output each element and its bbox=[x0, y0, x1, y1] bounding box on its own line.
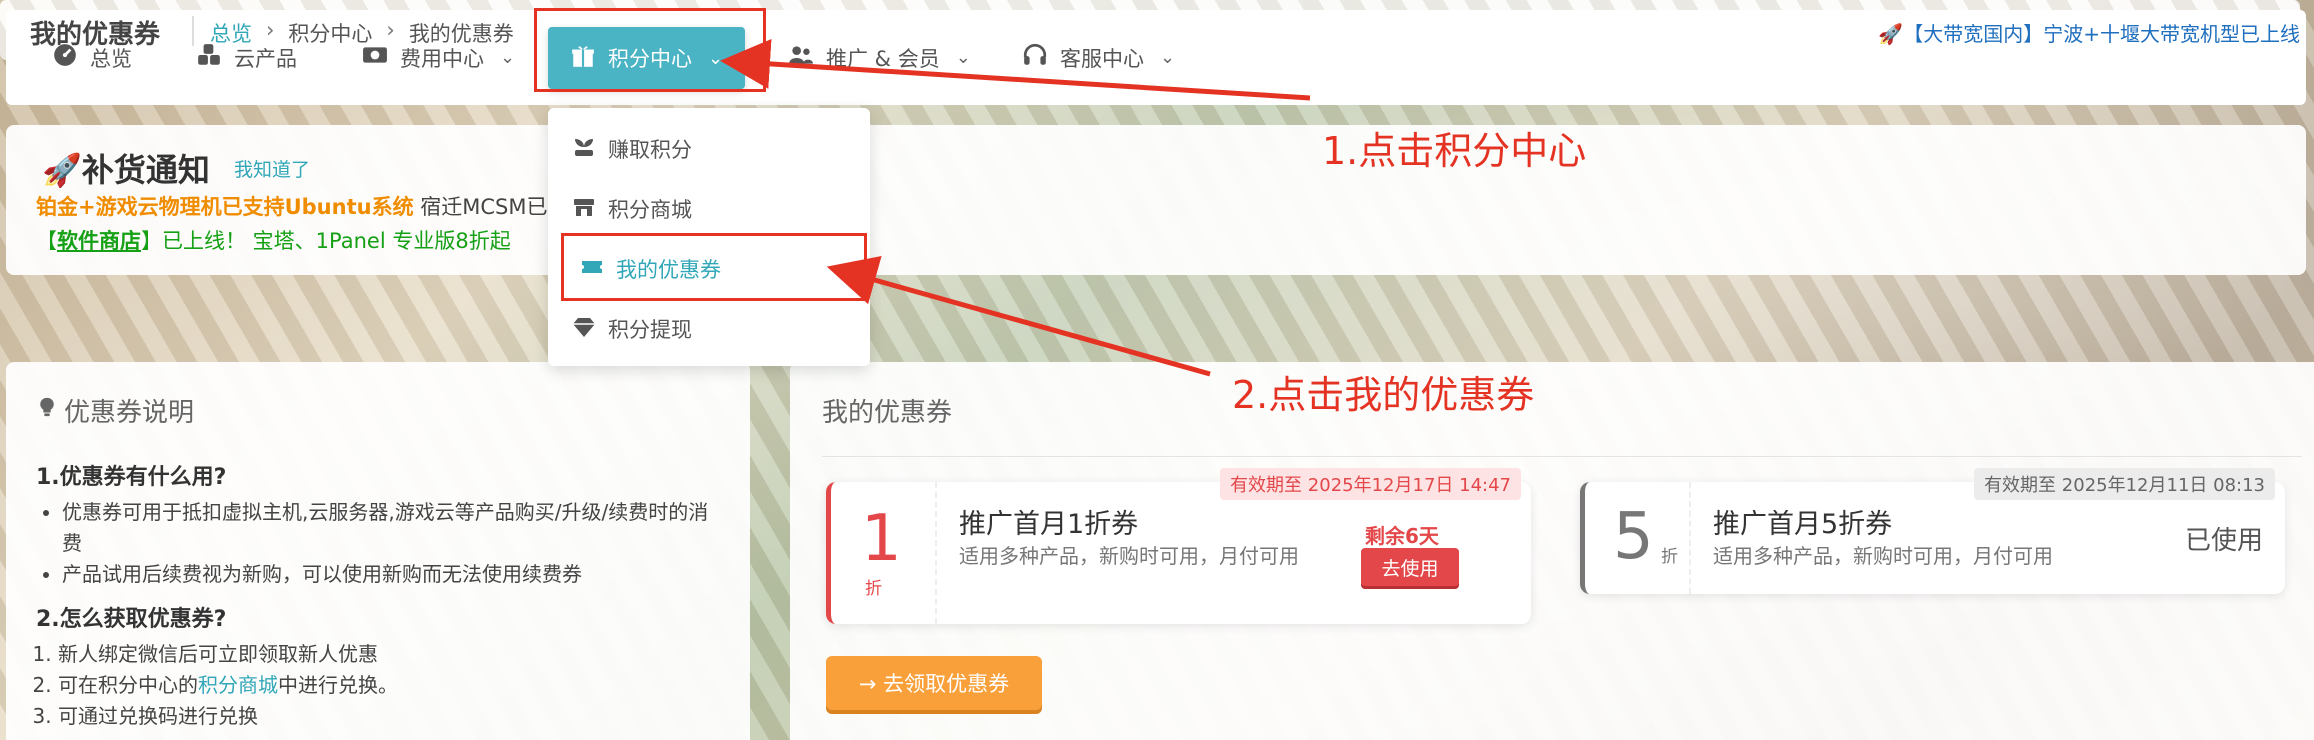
breadcrumb-points-center[interactable]: 积分中心 bbox=[288, 18, 372, 48]
chevron-down-icon: ⌄ bbox=[955, 47, 971, 68]
discount-unit: 折 bbox=[1661, 547, 1678, 567]
nav-support-label: 客服中心 bbox=[1060, 46, 1144, 71]
discount-value: 1 bbox=[861, 502, 902, 576]
nav-promo-member-label: 推广 & 会员 bbox=[826, 46, 940, 71]
list-item: 新人绑定微信后可立即领取新人优惠 bbox=[58, 639, 726, 670]
coupon-status: 已使用 bbox=[2185, 526, 2264, 556]
list-item: 可在积分中心的积分商城中进行兑换。 bbox=[58, 670, 726, 701]
lightbulb-icon bbox=[36, 394, 58, 427]
coupon-expire-badge: 有效期至 2025年12月17日 14:47 bbox=[1220, 468, 1521, 500]
step-text: 可在积分中心的 bbox=[58, 673, 198, 697]
notice-line-1: 铂金+游戏云物理机已支持Ubuntu系统 宿迁MCSM已 bbox=[36, 191, 547, 221]
list-item: 优惠券可用于抵扣虚拟主机,云服务器,游戏云等产品购买/升级/续费时的消费 bbox=[62, 497, 726, 559]
notice-title: 🚀补货通知 bbox=[42, 151, 210, 189]
coupon-desc: 适用多种产品，新购时可用，月付可用 bbox=[1713, 544, 2053, 568]
restock-notice: 🚀补货通知 我知道了 铂金+游戏云物理机已支持Ubuntu系统 宿迁MCSM已 … bbox=[6, 125, 2306, 275]
coupon-discount: 1 折 bbox=[831, 482, 937, 624]
get-coupons-button[interactable]: → 去领取优惠券 bbox=[826, 656, 1042, 710]
step-text: 中进行兑换。 bbox=[278, 673, 398, 697]
coupon-name: 推广首月1折券 bbox=[959, 509, 1139, 540]
discount-value: 5 bbox=[1613, 500, 1654, 574]
use-coupon-button[interactable]: 去使用 bbox=[1361, 548, 1459, 586]
divider bbox=[822, 456, 2302, 457]
menu-item-label: 积分提现 bbox=[608, 318, 692, 342]
annotation-box-points-center bbox=[534, 8, 766, 92]
list-item: 产品试用后续费视为新购，可以使用新购而无法使用续费券 bbox=[62, 559, 726, 590]
chevron-down-icon: ⌄ bbox=[1160, 47, 1176, 68]
coupon-card: 5 折 推广首月5折券 适用多种产品，新购时可用，月付可用 有效期至 2025年… bbox=[1580, 468, 2285, 594]
annotation-step-1: 1.点击积分中心 bbox=[1322, 129, 1587, 173]
breadcrumb: 总览 › 积分中心 › 我的优惠券 bbox=[210, 18, 514, 48]
nav-promo-member[interactable]: 推广 & 会员 ⌄ bbox=[788, 10, 971, 105]
help-heading: 优惠券说明 bbox=[36, 392, 194, 429]
notice-highlight: 铂金+游戏云物理机已支持Ubuntu系统 bbox=[36, 195, 414, 219]
breadcrumb-home-link[interactable]: 总览 bbox=[210, 18, 252, 48]
diamond-icon bbox=[572, 315, 596, 344]
help-question-2: 2.怎么获取优惠券? bbox=[36, 607, 227, 632]
coupon-expire-badge: 有效期至 2025年12月11日 08:13 bbox=[1974, 468, 2275, 500]
my-coupons-panel: 我的优惠券 1 折 推广首月1折券 适用多种产品，新购时可用，月付可用 有效期至… bbox=[790, 362, 2314, 740]
notice-bracket-open: 【 bbox=[36, 229, 57, 253]
help-answer-1: 优惠券可用于抵扣虚拟主机,云服务器,游戏云等产品购买/升级/续费时的消费 产品试… bbox=[36, 497, 726, 590]
store-icon bbox=[572, 195, 596, 224]
notice-line-2-rest: 】已上线！ 宝塔、1Panel 专业版8折起 bbox=[141, 229, 511, 253]
chevron-down-icon: ⌄ bbox=[500, 47, 516, 68]
arrow-to-my-coupons bbox=[826, 256, 1211, 377]
help-heading-text: 优惠券说明 bbox=[64, 398, 195, 428]
coupon-help-panel: 优惠券说明 1.优惠券有什么用? 优惠券可用于抵扣虚拟主机,云服务器,游戏云等产… bbox=[6, 362, 750, 740]
coupon-desc: 适用多种产品，新购时可用，月付可用 bbox=[959, 544, 1299, 568]
menu-item-label: 积分商城 bbox=[608, 198, 692, 222]
points-mall-link[interactable]: 积分商城 bbox=[198, 673, 278, 697]
chevron-right-icon: › bbox=[386, 18, 395, 42]
help-body: 1.优惠券有什么用? 优惠券可用于抵扣虚拟主机,云服务器,游戏云等产品购买/升级… bbox=[36, 454, 726, 732]
menu-item-points-mall[interactable]: 积分商城 bbox=[572, 189, 692, 229]
help-question-1: 1.优惠券有什么用? bbox=[36, 465, 227, 490]
chevron-right-icon: › bbox=[266, 18, 275, 42]
seedling-icon bbox=[572, 135, 596, 164]
breadcrumb-current: 我的优惠券 bbox=[408, 22, 514, 46]
coupon-card: 1 折 推广首月1折券 适用多种产品，新购时可用，月付可用 有效期至 2025年… bbox=[826, 468, 1531, 624]
coupon-name: 推广首月5折券 bbox=[1713, 509, 1893, 540]
annotation-box-my-coupons bbox=[561, 233, 867, 301]
menu-item-earn-points[interactable]: 赚取积分 bbox=[572, 129, 692, 169]
discount-unit: 折 bbox=[865, 579, 882, 599]
users-icon bbox=[788, 42, 814, 73]
announcement-ticker[interactable]: 🚀【大带宽国内】宁波+十堰大带宽机型已上线 bbox=[1878, 18, 2300, 47]
menu-item-label: 赚取积分 bbox=[608, 138, 692, 162]
list-item: 可通过兑换码进行兑换 bbox=[58, 701, 726, 732]
divider bbox=[192, 16, 194, 46]
notice-line-1-rest: 宿迁MCSM已 bbox=[413, 195, 548, 219]
page-title: 我的优惠券 bbox=[30, 20, 161, 50]
coupons-heading: 我的优惠券 bbox=[822, 398, 953, 428]
notice-line-2: 【软件商店】已上线！ 宝塔、1Panel 专业版8折起 bbox=[36, 225, 511, 255]
coupon-discount: 5 折 bbox=[1585, 482, 1691, 594]
coupon-remaining: 剩余6天 bbox=[1365, 524, 1439, 548]
headset-icon bbox=[1022, 42, 1048, 73]
annotation-step-2: 2.点击我的优惠券 bbox=[1232, 373, 1535, 417]
menu-item-points-withdraw[interactable]: 积分提现 bbox=[572, 309, 692, 349]
notice-dismiss-link[interactable]: 我知道了 bbox=[234, 155, 310, 182]
help-answer-2: 新人绑定微信后可立即领取新人优惠 可在积分中心的积分商城中进行兑换。 可通过兑换… bbox=[36, 639, 726, 732]
software-store-link[interactable]: 软件商店 bbox=[57, 229, 141, 253]
nav-support[interactable]: 客服中心 ⌄ bbox=[1022, 10, 1175, 105]
